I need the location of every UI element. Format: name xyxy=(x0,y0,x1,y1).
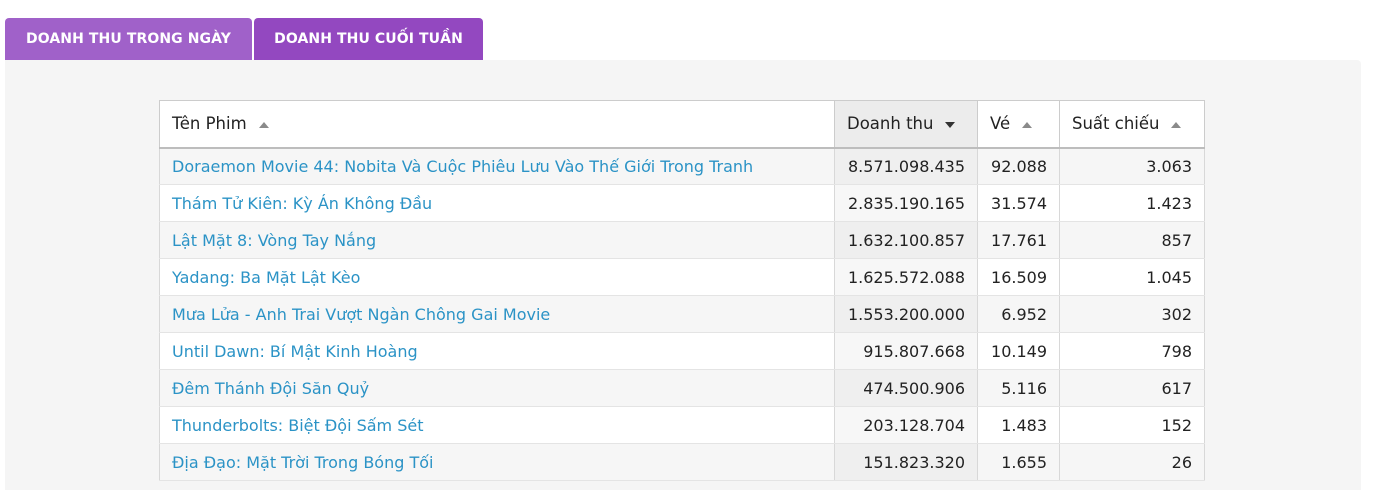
cell-showings: 26 xyxy=(1059,443,1205,481)
sort-desc-icon xyxy=(945,121,956,128)
cell-title: Địa Đạo: Mặt Trời Trong Bóng Tối xyxy=(159,443,835,481)
revenue-tabs: DOANH THU TRONG NGÀY DOANH THU CUỐI TUẦN xyxy=(5,18,483,60)
table-row: Đêm Thánh Đội Săn Quỷ 474.500.906 5.116 … xyxy=(159,369,1205,407)
movie-link[interactable]: Thunderbolts: Biệt Đội Sấm Sét xyxy=(172,416,424,435)
table-row: Doraemon Movie 44: Nobita Và Cuộc Phiêu … xyxy=(159,147,1205,185)
box-office-table: Tên Phim Doanh thu Vé Suất chiếu Doraemo… xyxy=(159,100,1205,481)
cell-tickets: 31.574 xyxy=(977,184,1060,222)
sort-asc-icon xyxy=(1022,121,1033,128)
table-row: Thám Tử Kiên: Kỳ Án Không Đầu 2.835.190.… xyxy=(159,184,1205,222)
cell-revenue: 1.632.100.857 xyxy=(834,221,978,259)
movie-link[interactable]: Until Dawn: Bí Mật Kinh Hoàng xyxy=(172,342,418,361)
cell-tickets: 6.952 xyxy=(977,295,1060,333)
movie-link[interactable]: Thám Tử Kiên: Kỳ Án Không Đầu xyxy=(172,194,432,213)
tab-weekend-revenue[interactable]: DOANH THU CUỐI TUẦN xyxy=(254,18,483,60)
cell-showings: 3.063 xyxy=(1059,147,1205,185)
cell-title: Thám Tử Kiên: Kỳ Án Không Đầu xyxy=(159,184,835,222)
table-row: Until Dawn: Bí Mật Kinh Hoàng 915.807.66… xyxy=(159,332,1205,370)
movie-link[interactable]: Doraemon Movie 44: Nobita Và Cuộc Phiêu … xyxy=(172,157,753,176)
movie-link[interactable]: Mưa Lửa - Anh Trai Vượt Ngàn Chông Gai M… xyxy=(172,305,550,324)
column-header-title[interactable]: Tên Phim xyxy=(159,100,835,149)
cell-title: Doraemon Movie 44: Nobita Và Cuộc Phiêu … xyxy=(159,147,835,185)
table-header-row: Tên Phim Doanh thu Vé Suất chiếu xyxy=(159,100,1205,149)
table-row: Lật Mặt 8: Vòng Tay Nắng 1.632.100.857 1… xyxy=(159,221,1205,259)
cell-title: Thunderbolts: Biệt Đội Sấm Sét xyxy=(159,406,835,444)
movie-link[interactable]: Lật Mặt 8: Vòng Tay Nắng xyxy=(172,231,376,250)
cell-showings: 152 xyxy=(1059,406,1205,444)
tab-daily-revenue[interactable]: DOANH THU TRONG NGÀY xyxy=(5,18,252,60)
cell-showings: 1.423 xyxy=(1059,184,1205,222)
cell-tickets: 16.509 xyxy=(977,258,1060,296)
cell-revenue: 915.807.668 xyxy=(834,332,978,370)
cell-title: Until Dawn: Bí Mật Kinh Hoàng xyxy=(159,332,835,370)
cell-showings: 798 xyxy=(1059,332,1205,370)
column-header-tickets[interactable]: Vé xyxy=(977,100,1060,149)
table-row: Thunderbolts: Biệt Đội Sấm Sét 203.128.7… xyxy=(159,406,1205,444)
cell-tickets: 92.088 xyxy=(977,147,1060,185)
cell-revenue: 8.571.098.435 xyxy=(834,147,978,185)
column-header-tickets-label: Vé xyxy=(990,114,1011,134)
cell-revenue: 1.625.572.088 xyxy=(834,258,978,296)
column-header-title-label: Tên Phim xyxy=(172,114,247,134)
table-row: Địa Đạo: Mặt Trời Trong Bóng Tối 151.823… xyxy=(159,443,1205,481)
cell-tickets: 10.149 xyxy=(977,332,1060,370)
movie-link[interactable]: Yadang: Ba Mặt Lật Kèo xyxy=(172,268,360,287)
sort-asc-icon xyxy=(258,121,269,128)
cell-revenue: 203.128.704 xyxy=(834,406,978,444)
cell-showings: 857 xyxy=(1059,221,1205,259)
table-row: Mưa Lửa - Anh Trai Vượt Ngàn Chông Gai M… xyxy=(159,295,1205,333)
cell-tickets: 5.116 xyxy=(977,369,1060,407)
cell-title: Đêm Thánh Đội Săn Quỷ xyxy=(159,369,835,407)
cell-revenue: 1.553.200.000 xyxy=(834,295,978,333)
cell-revenue: 474.500.906 xyxy=(834,369,978,407)
cell-revenue: 151.823.320 xyxy=(834,443,978,481)
column-header-showings[interactable]: Suất chiếu xyxy=(1059,100,1205,149)
column-header-revenue-label: Doanh thu xyxy=(847,114,934,134)
cell-tickets: 1.655 xyxy=(977,443,1060,481)
cell-revenue: 2.835.190.165 xyxy=(834,184,978,222)
table-row: Yadang: Ba Mặt Lật Kèo 1.625.572.088 16.… xyxy=(159,258,1205,296)
sort-asc-icon xyxy=(1171,121,1182,128)
cell-tickets: 1.483 xyxy=(977,406,1060,444)
cell-title: Yadang: Ba Mặt Lật Kèo xyxy=(159,258,835,296)
movie-link[interactable]: Đêm Thánh Đội Săn Quỷ xyxy=(172,379,369,398)
movie-link[interactable]: Địa Đạo: Mặt Trời Trong Bóng Tối xyxy=(172,453,433,472)
cell-showings: 617 xyxy=(1059,369,1205,407)
cell-tickets: 17.761 xyxy=(977,221,1060,259)
cell-title: Mưa Lửa - Anh Trai Vượt Ngàn Chông Gai M… xyxy=(159,295,835,333)
column-header-showings-label: Suất chiếu xyxy=(1072,114,1160,134)
column-header-revenue[interactable]: Doanh thu xyxy=(834,100,978,149)
cell-showings: 302 xyxy=(1059,295,1205,333)
cell-title: Lật Mặt 8: Vòng Tay Nắng xyxy=(159,221,835,259)
cell-showings: 1.045 xyxy=(1059,258,1205,296)
